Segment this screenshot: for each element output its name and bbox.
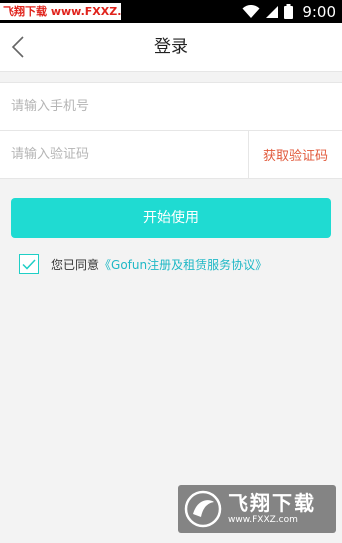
watermark-logo-icon — [184, 490, 222, 528]
code-input[interactable] — [0, 131, 241, 178]
wifi-icon — [242, 4, 260, 18]
battery-icon — [284, 4, 294, 19]
watermark-logo: 飞翔下载 www.FXXZ.com — [178, 485, 336, 533]
agreement-checkbox[interactable] — [19, 254, 39, 274]
agreement-text: 您已同意 — [51, 257, 100, 272]
start-button[interactable]: 开始使用 — [11, 198, 331, 238]
agreement-row: 您已同意 《Gofun注册及租赁服务协议》 — [19, 253, 267, 275]
status-icons: 9:00 — [242, 0, 336, 23]
check-icon — [22, 258, 36, 270]
phone-input[interactable] — [0, 83, 241, 130]
get-code-button[interactable]: 获取验证码 — [248, 131, 342, 178]
code-row: 获取验证码 — [0, 130, 342, 178]
page-title: 登录 — [154, 37, 188, 57]
watermark-url: www.FXXZ.com — [228, 515, 298, 525]
status-bar: 飞翔下载 www.FXXZ.com 9:00 — [0, 0, 342, 23]
watermark-banner: 飞翔下载 www.FXXZ.com — [0, 3, 121, 20]
watermark-name: 飞翔下载 — [228, 491, 316, 515]
phone-row — [0, 83, 342, 130]
nav-bar: 登录 — [0, 23, 342, 72]
login-form: 获取验证码 — [0, 82, 342, 179]
status-time: 9:00 — [302, 2, 336, 21]
agreement-link[interactable]: 《Gofun注册及租赁服务协议》 — [99, 256, 267, 273]
signal-icon — [266, 5, 279, 18]
